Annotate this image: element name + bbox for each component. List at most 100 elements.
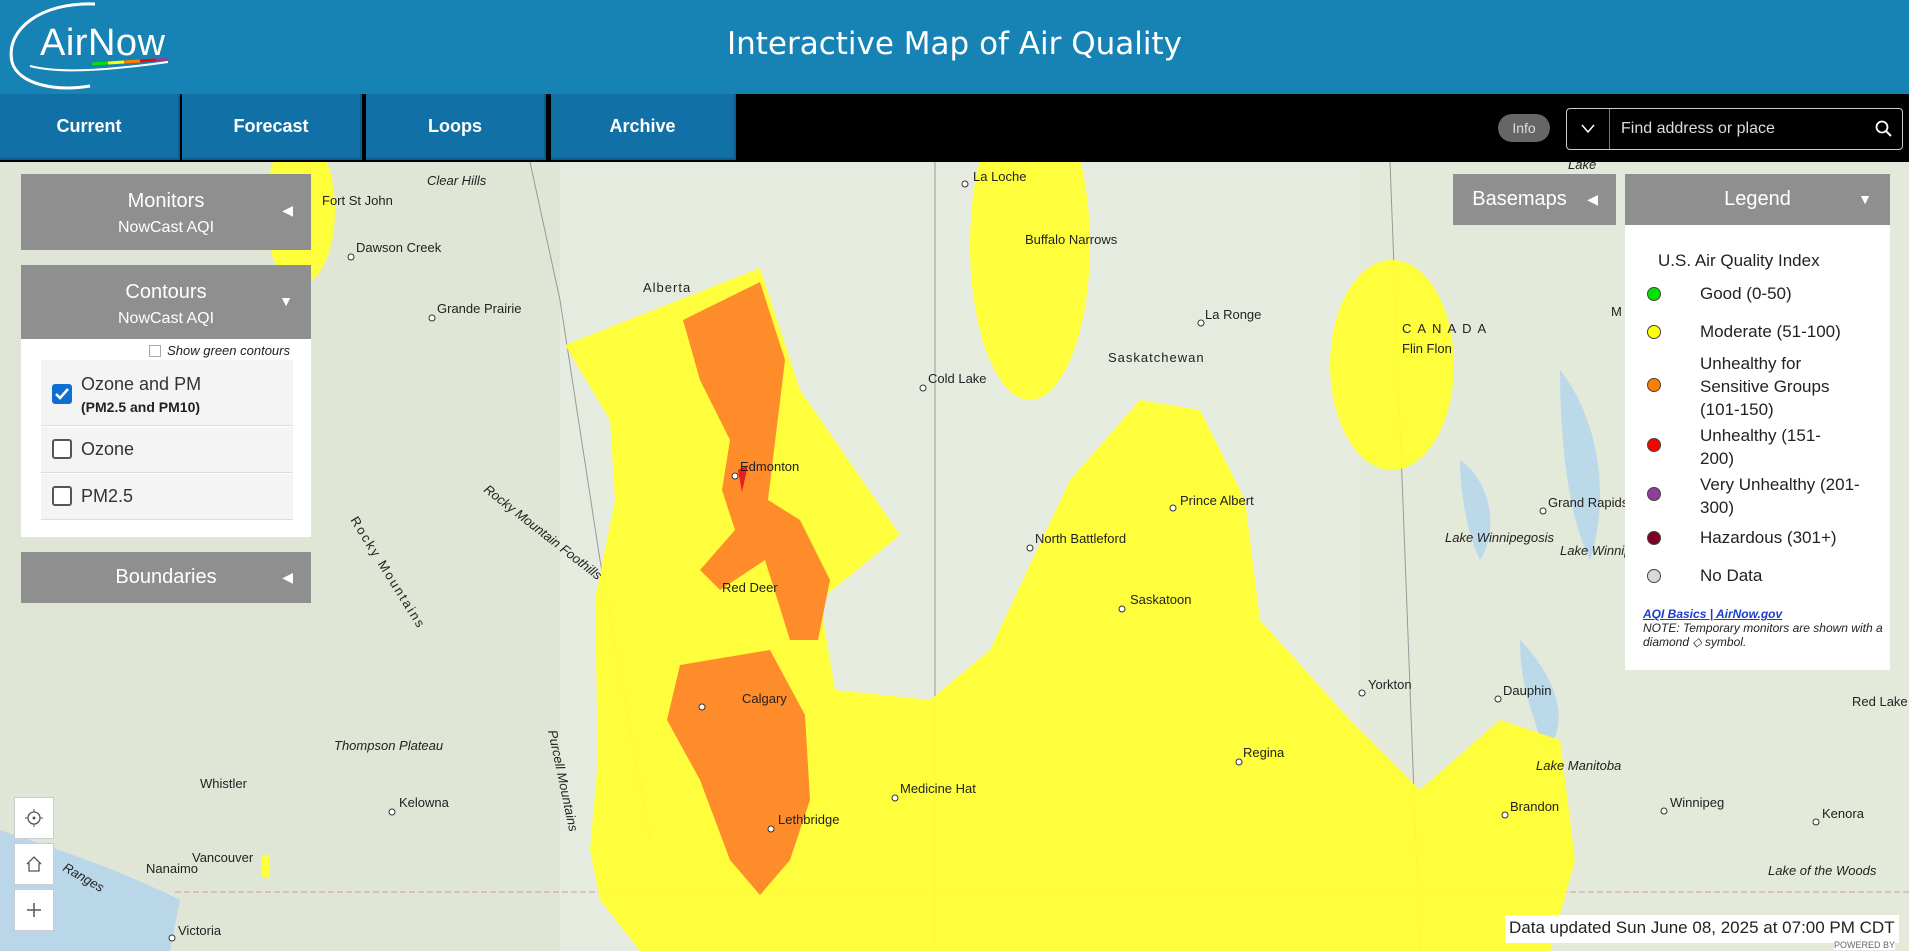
boundaries-panel-header[interactable]: Boundaries ◀ [21,552,311,603]
zoom-in-button[interactable] [14,889,54,931]
show-green-contours-toggle[interactable]: Show green contours [149,343,290,358]
tab-archive[interactable]: Archive [551,94,736,160]
map-label: CANADA [1402,321,1492,336]
map-label: Brandon [1510,799,1559,814]
ozone-checkbox[interactable] [52,439,72,459]
legend-label-usg: Unhealthy for Sensitive Groups (101-150) [1700,354,1830,419]
app-header: AirNow Interactive Map of Air Quality [0,0,1909,94]
boundaries-title: Boundaries [115,566,217,588]
temporary-monitor-note: NOTE: Temporary monitors are shown with … [1643,621,1883,649]
map-label: Lake Winnipegosis [1445,530,1555,545]
powered-by-label: POWERED BY [1834,940,1896,950]
home-button[interactable] [14,843,54,885]
tab-forecast[interactable]: Forecast [182,94,362,160]
map-label: Medicine Hat [900,781,976,796]
aqi-index-title: U.S. Air Quality Index [1658,251,1820,270]
map-label: Prince Albert [1180,493,1254,508]
map-label: Yorkton [1368,677,1412,692]
monitors-title: Monitors [127,190,205,212]
tab-loops[interactable]: Loops [366,94,546,160]
map-label: Alberta [643,280,691,295]
option-ozone[interactable]: Ozone [41,427,293,473]
map-label: Edmonton [740,459,799,474]
legend-label-very-unhealthy: Very Unhealthy (201-300) [1700,475,1860,517]
legend-panel-body: U.S. Air Quality Index Good (0-50) Moder… [1625,225,1890,670]
map-label: Flin Flon [1402,341,1452,356]
basemaps-panel-header[interactable]: Basemaps ◀ [1453,174,1616,225]
monitors-subtitle: NowCast AQI [117,219,215,236]
map-label: North Battleford [1035,531,1126,546]
map-label: Red Deer [722,580,778,595]
map-label: Winnipeg [1670,795,1724,810]
green-contours-label: Show green contours [167,343,290,358]
legend-swatch-very-unhealthy [1647,487,1661,501]
map-label: Cold Lake [928,371,987,386]
legend-swatch-hazardous [1647,531,1661,545]
map-label: Kenora [1822,806,1865,821]
map-label: Thompson Plateau [334,738,443,753]
search-icon[interactable] [1874,119,1894,139]
map-label: Red Lake [1852,694,1908,709]
map-label: Saskatchewan [1108,350,1205,365]
map-label: Regina [1243,745,1285,760]
locate-icon [25,809,43,827]
map-label: Calgary [742,691,787,706]
map-label: Kelowna [399,795,450,810]
option-label: Ozone and PM [81,374,202,394]
legend-swatch-good [1647,287,1661,301]
pm25-checkbox[interactable] [52,486,72,506]
option-pm25[interactable]: PM2.5 [41,474,293,520]
expanded-down-icon: ▼ [1858,191,1872,207]
collapse-left-icon: ◀ [282,569,293,585]
chevron-down-icon [1581,124,1595,134]
contours-panel-body: Show green contours Ozone and PM (PM2.5 … [21,339,311,537]
map-label: Buffalo Narrows [1025,232,1118,247]
option-label: Ozone [81,439,135,459]
option-sublabel: (PM2.5 and PM10) [81,399,201,415]
expanded-down-icon: ▼ [279,293,293,309]
legend-label-moderate: Moderate (51-100) [1700,322,1841,341]
map-label: M [1611,304,1622,319]
legend-label-unhealthy: Unhealthy (151-200) [1700,426,1821,468]
map-label: Saskatoon [1130,592,1191,607]
map-label: Dauphin [1503,683,1551,698]
map-label: Nanaimo [146,861,198,876]
checkmark-icon [55,388,69,400]
option-label: PM2.5 [81,486,134,506]
map-label: Lake Manitoba [1536,758,1621,773]
legend-panel-header[interactable]: Legend ▼ [1625,174,1890,225]
map-label: Lake of the Woods [1768,863,1877,878]
collapse-left-icon: ◀ [282,202,293,218]
option-ozone-and-pm[interactable]: Ozone and PM (PM2.5 and PM10) [41,360,293,426]
map-label: Dawson Creek [356,240,442,255]
data-updated-timestamp: Data updated Sun June 08, 2025 at 07:00 … [1505,915,1899,943]
monitors-panel-header[interactable]: Monitors NowCast AQI ◀ [21,174,311,250]
contours-title: Contours [125,281,207,303]
home-icon [26,856,42,872]
legend-swatch-moderate [1647,325,1661,339]
locate-button[interactable] [14,797,54,839]
map-label: Vancouver [192,850,254,865]
map-label: Grande Prairie [437,301,522,316]
legend-label-good: Good (0-50) [1700,284,1792,303]
map-label: Clear Hills [427,173,487,188]
search-input[interactable] [1611,109,1861,149]
map-label: La Ronge [1205,307,1261,322]
info-button[interactable]: Info [1498,114,1550,142]
map-label: Grand Rapids [1548,495,1629,510]
legend-label-hazardous: Hazardous (301+) [1700,528,1837,547]
legend-swatch-no-data [1647,569,1661,583]
map-label: Lake [1568,162,1596,172]
tab-current[interactable]: Current [0,94,180,160]
legend-title: Legend [1724,188,1791,210]
green-contours-checkbox[interactable] [149,344,162,357]
page-title: Interactive Map of Air Quality [726,26,1183,62]
collapse-left-icon: ◀ [1587,191,1598,207]
contours-panel-header[interactable]: Contours NowCast AQI ▼ [21,265,311,340]
legend-swatch-unhealthy [1647,438,1661,452]
aqi-basics-link[interactable]: AQI Basics | AirNow.gov [1643,607,1782,621]
search-source-dropdown[interactable] [1567,109,1610,149]
ozone-pm-checkbox[interactable] [52,384,72,404]
legend-swatch-usg [1647,378,1661,392]
search-box [1566,108,1903,150]
